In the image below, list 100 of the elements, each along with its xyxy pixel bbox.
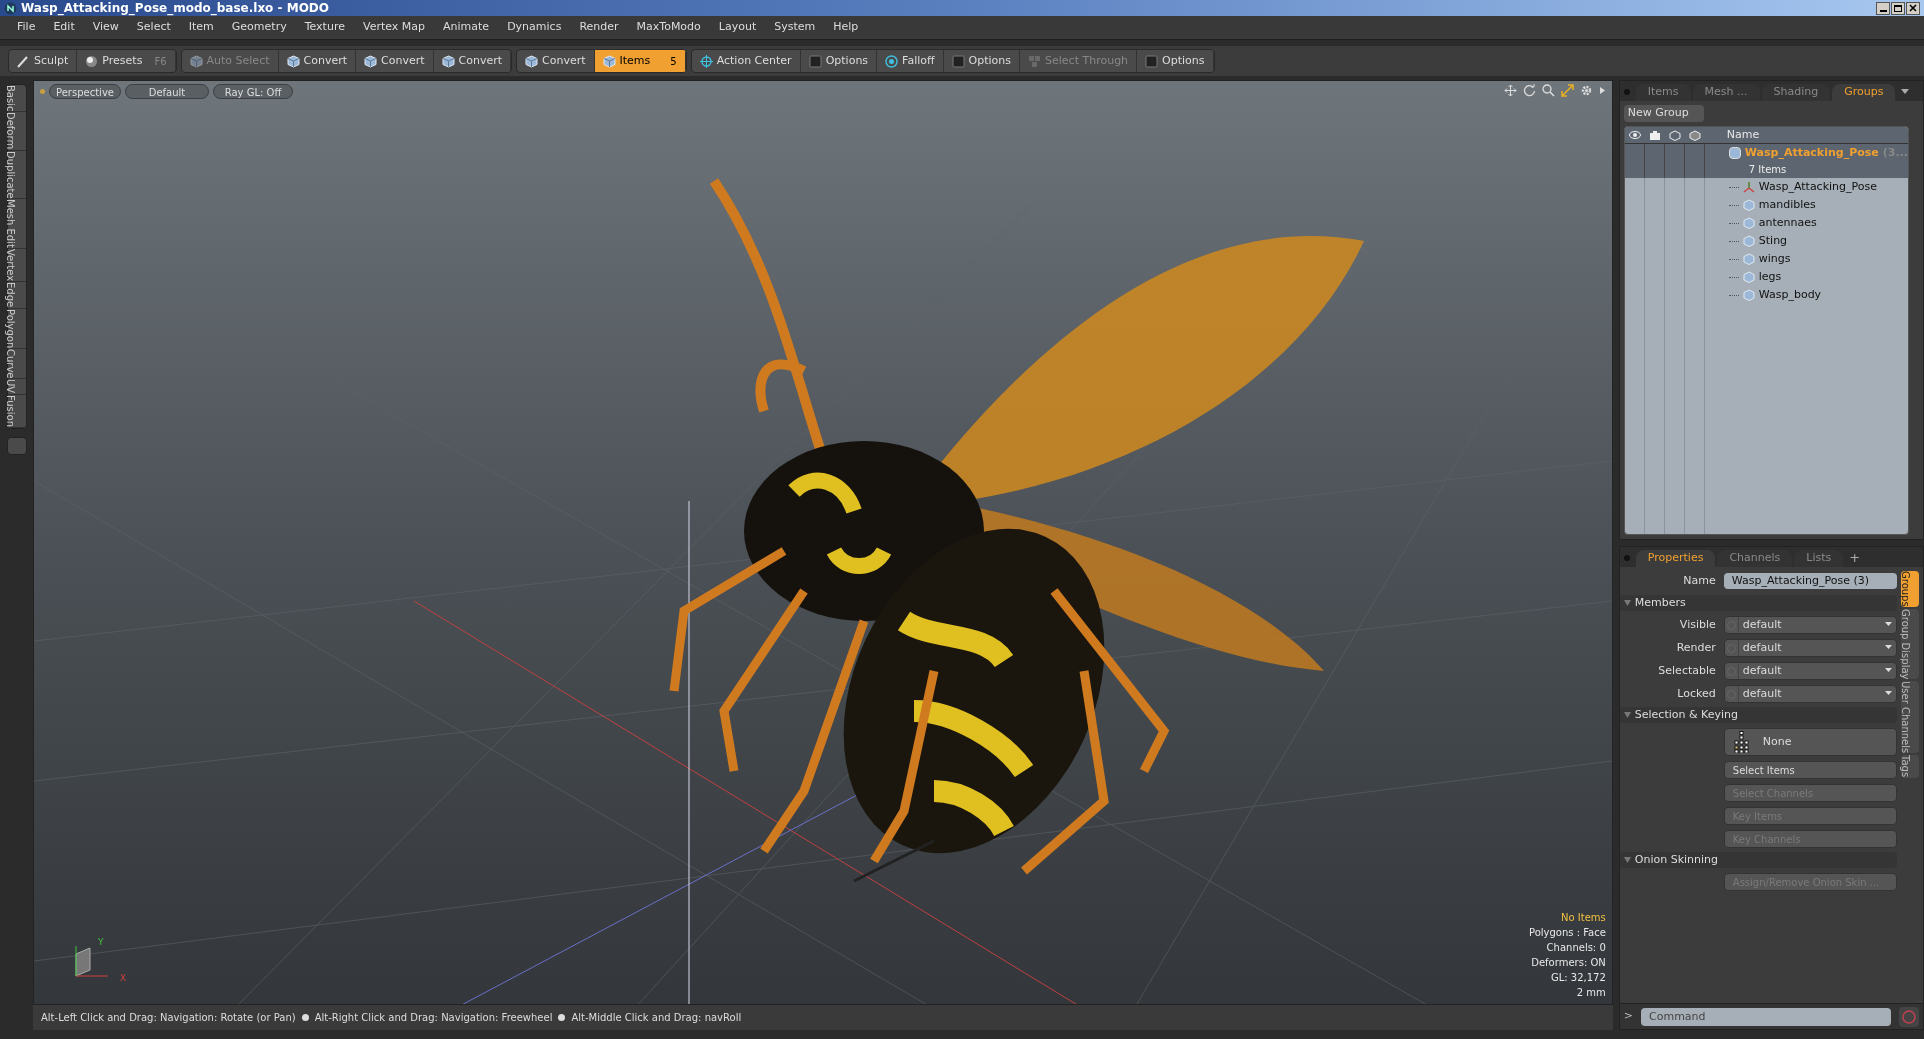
tool-button[interactable]: Convert: [278, 50, 356, 72]
move-icon[interactable]: [1503, 84, 1517, 97]
tool-button[interactable]: Convert: [517, 50, 595, 72]
panel-tab[interactable]: Lists: [1794, 550, 1844, 567]
minimize-button[interactable]: [1876, 1, 1890, 15]
tree-item[interactable]: Wasp_body: [1624, 286, 1908, 304]
play-arrow-icon[interactable]: [1598, 84, 1606, 97]
tool-button[interactable]: Action Center: [691, 50, 801, 72]
menu-item[interactable]: Vertex Map: [353, 19, 435, 36]
menu-item[interactable]: Layout: [709, 19, 766, 36]
menu-item[interactable]: Geometry: [222, 19, 296, 36]
menu-item[interactable]: File: [8, 19, 45, 36]
fit-icon[interactable]: [1560, 84, 1574, 97]
tool-tab[interactable]: Fusion: [7, 394, 26, 428]
preset-button[interactable]: None: [1723, 728, 1897, 756]
tool-button[interactable]: Convert: [433, 50, 511, 72]
side-tab[interactable]: Group Display: [1901, 608, 1919, 680]
cube-icon[interactable]: [1688, 129, 1701, 141]
tool-button[interactable]: Options: [1137, 50, 1214, 72]
tool-button[interactable]: Presets F6: [77, 50, 176, 72]
dropdown[interactable]: default: [1723, 685, 1897, 703]
menu-item[interactable]: System: [765, 19, 825, 36]
side-tab[interactable]: User Channels: [1901, 681, 1919, 754]
viewport-info-text: 2 mm: [1576, 986, 1606, 1000]
menu-item[interactable]: MaxToModo: [627, 19, 710, 36]
tree-item[interactable]: mandibles: [1624, 196, 1908, 214]
tree-item[interactable]: antennaes: [1624, 214, 1908, 232]
menu-item[interactable]: Edit: [44, 19, 84, 36]
tool-button[interactable]: Items 5: [594, 50, 686, 72]
cube-outline-icon[interactable]: [1668, 129, 1681, 141]
collapse-triangle-icon[interactable]: [1623, 712, 1631, 718]
viewport-option-button[interactable]: Perspective: [49, 84, 121, 99]
brush-icon: [17, 54, 30, 68]
tree-item[interactable]: wings: [1624, 250, 1908, 268]
tool-tab[interactable]: Edge: [7, 282, 26, 309]
panel-tab[interactable]: Groups: [1832, 84, 1896, 101]
item-name: antennaes: [1758, 214, 1817, 231]
viewport-option-button[interactable]: Default: [125, 84, 209, 99]
panel-tab[interactable]: Mesh ...: [1692, 84, 1760, 101]
settings-icon[interactable]: [1579, 84, 1593, 97]
menu-item[interactable]: View: [83, 19, 128, 36]
menu-item[interactable]: Animate: [434, 19, 499, 36]
tool-tab[interactable]: Vertex: [7, 249, 26, 283]
menu-item[interactable]: Texture: [295, 19, 354, 36]
tool-tab[interactable]: Mesh Edit: [7, 199, 26, 250]
tool-tab[interactable]: Duplicate: [7, 150, 26, 200]
tool-tab[interactable]: Polygon: [7, 308, 26, 349]
panel-tab[interactable]: Items: [1635, 84, 1691, 101]
tool-tab[interactable]: Basic: [7, 85, 26, 113]
cube-icon: [189, 54, 203, 68]
crosshair-icon: [699, 54, 713, 68]
tree-item[interactable]: legs: [1624, 268, 1908, 286]
zoom-icon[interactable]: [1541, 84, 1555, 97]
panel-tab[interactable]: Channels: [1717, 550, 1793, 567]
tool-tab[interactable]: [6, 436, 27, 455]
viewport-info-text: Deformers: ON: [1531, 956, 1606, 970]
menu-item[interactable]: Item: [179, 19, 223, 36]
tool-button[interactable]: Options: [943, 50, 1021, 72]
square-icon: [808, 54, 822, 68]
tool-tab[interactable]: UV: [7, 379, 26, 395]
menu-item[interactable]: Dynamics: [498, 19, 571, 36]
item-count: 7 Items: [1747, 162, 1788, 177]
tool-button[interactable]: Falloff: [877, 50, 944, 72]
command-field[interactable]: Command: [1641, 1007, 1891, 1026]
tool-button[interactable]: Sculpt: [9, 50, 78, 72]
menu-item[interactable]: Help: [824, 19, 868, 36]
tree-item[interactable]: Wasp_Attacking_Pose: [1624, 178, 1908, 196]
mesh-cube-icon: [1742, 235, 1755, 247]
tree-item[interactable]: Sting: [1624, 232, 1908, 250]
close-button[interactable]: [1906, 1, 1920, 15]
dropdown[interactable]: default: [1723, 616, 1897, 634]
item-name: Wasp_Attacking_Pose: [1758, 178, 1878, 195]
new-group-button[interactable]: New Group: [1623, 105, 1704, 122]
square-icon: [1145, 54, 1159, 68]
add-tab-button[interactable]: +: [1849, 549, 1861, 567]
camera-icon[interactable]: [1648, 130, 1661, 140]
viewport-option-button[interactable]: Ray GL: Off: [213, 84, 293, 99]
panel-tab[interactable]: Properties: [1635, 550, 1716, 567]
group-name: Wasp_Attacking_Pose: [1744, 145, 1879, 161]
tool-tab[interactable]: Curve: [7, 348, 26, 380]
eye-icon[interactable]: [1628, 130, 1641, 140]
record-button-icon[interactable]: [1899, 1006, 1919, 1027]
cube-icon: [286, 54, 300, 68]
tool-button[interactable]: Options: [800, 50, 878, 72]
side-tab[interactable]: Groups: [1901, 571, 1919, 607]
collapse-triangle-icon[interactable]: [1623, 857, 1631, 863]
dropdown-caret-icon[interactable]: [1901, 89, 1910, 95]
menu-item[interactable]: Select: [127, 19, 180, 36]
maximize-button[interactable]: [1891, 1, 1905, 15]
collapse-triangle-icon[interactable]: [1623, 600, 1631, 606]
name-field[interactable]: Wasp_Attacking_Pose (3): [1723, 573, 1897, 589]
rotate-icon[interactable]: [1522, 84, 1536, 97]
dropdown[interactable]: default: [1723, 639, 1897, 657]
tool-tab[interactable]: Deform: [7, 112, 26, 151]
menu-item[interactable]: Render: [570, 19, 628, 36]
panel-tab[interactable]: Shading: [1761, 84, 1831, 101]
action-button[interactable]: Select Items: [1723, 761, 1897, 779]
side-tab[interactable]: Tags: [1901, 755, 1919, 778]
tool-button[interactable]: Convert: [356, 50, 434, 72]
dropdown[interactable]: default: [1723, 662, 1897, 680]
